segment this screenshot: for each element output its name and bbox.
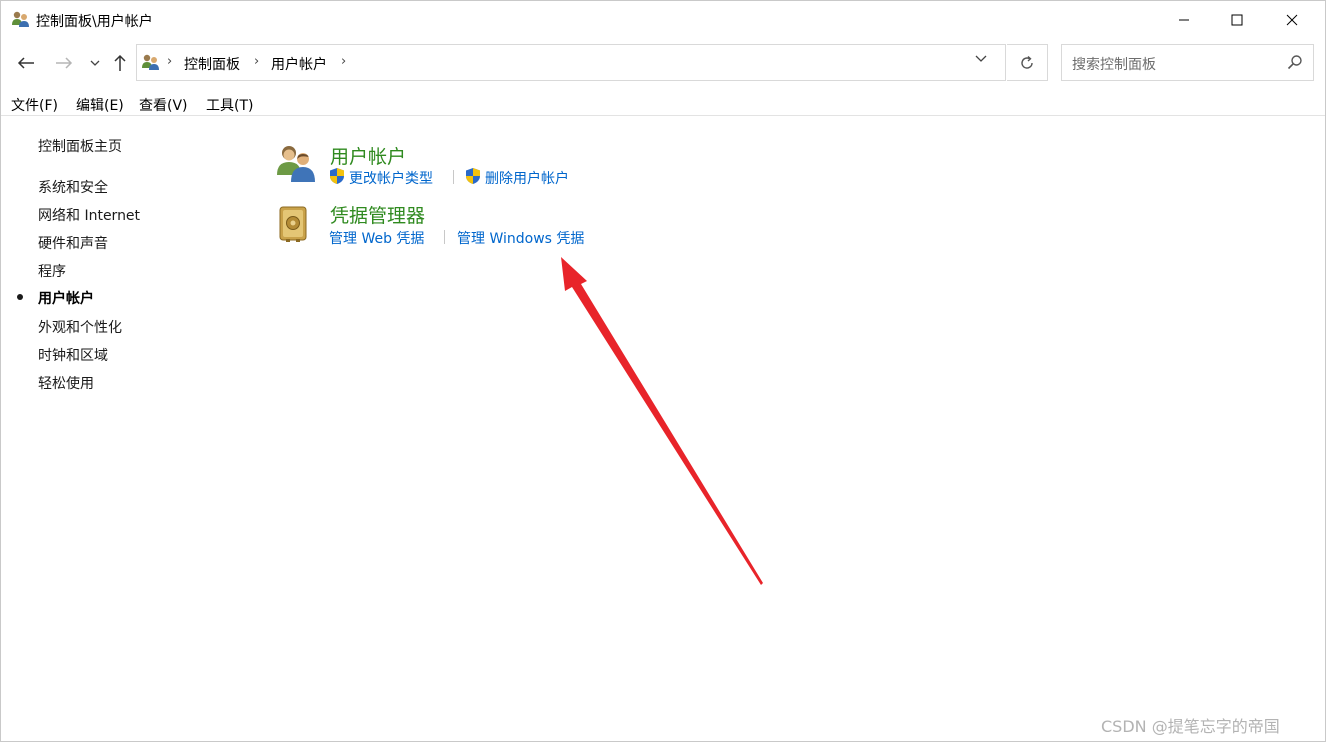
menu-bar: 文件(F) 编辑(E) 查看(V) 工具(T) xyxy=(1,93,1325,116)
uac-shield-icon xyxy=(466,168,480,184)
close-icon xyxy=(1286,14,1298,26)
sidebar-item-programs[interactable]: 程序 xyxy=(38,261,66,281)
user-accounts-icon[interactable] xyxy=(275,143,319,183)
uac-shield-icon xyxy=(330,168,344,184)
chevron-down-icon xyxy=(90,60,100,66)
current-item-bullet xyxy=(17,294,23,300)
title-bar: 控制面板\用户帐户 xyxy=(1,1,1325,39)
breadcrumb-control-panel[interactable]: 控制面板 xyxy=(184,54,240,74)
back-button[interactable] xyxy=(15,49,37,77)
menu-edit[interactable]: 编辑(E) xyxy=(76,95,124,115)
category-title-credential-manager[interactable]: 凭据管理器 xyxy=(330,201,425,228)
up-button[interactable] xyxy=(109,49,131,77)
user-accounts-icon xyxy=(12,11,29,27)
back-arrow-icon xyxy=(17,57,34,69)
manage-windows-credentials-link[interactable]: 管理 Windows 凭据 xyxy=(457,228,584,248)
sidebar-item-ease-of-access[interactable]: 轻松使用 xyxy=(38,373,94,393)
forward-button[interactable] xyxy=(53,49,75,77)
maximize-icon xyxy=(1231,14,1243,26)
sidebar-item-appearance[interactable]: 外观和个性化 xyxy=(38,317,122,337)
search-icon[interactable] xyxy=(1287,54,1303,70)
breadcrumb-separator[interactable]: › xyxy=(167,54,172,69)
sidebar-item-network-internet[interactable]: 网络和 Internet xyxy=(38,205,140,225)
credential-vault-icon[interactable] xyxy=(277,205,309,243)
sidebar-item-user-accounts: 用户帐户 xyxy=(38,291,94,307)
address-bar[interactable]: › 控制面板 › 用户帐户 › xyxy=(136,44,1006,81)
watermark-text: CSDN @提笔忘字的帝国 xyxy=(1101,717,1280,736)
manage-web-credentials-link[interactable]: 管理 Web 凭据 xyxy=(329,228,424,248)
up-arrow-icon xyxy=(114,54,126,71)
control-panel-window: 控制面板\用户帐户 › 控制面板 › 用户帐户 › 搜索控制面板 文件(F) 编… xyxy=(0,0,1326,742)
recent-locations-button[interactable] xyxy=(84,49,106,77)
address-dropdown-icon[interactable] xyxy=(974,54,988,64)
minimize-button[interactable] xyxy=(1161,1,1207,39)
sidebar-control-panel-home[interactable]: 控制面板主页 xyxy=(38,136,122,156)
close-button[interactable] xyxy=(1269,1,1315,39)
task-separator xyxy=(444,230,445,244)
red-arrow-icon xyxy=(561,257,763,585)
search-box[interactable]: 搜索控制面板 xyxy=(1061,44,1314,81)
breadcrumb-user-accounts[interactable]: 用户帐户 xyxy=(271,54,327,74)
refresh-icon xyxy=(1021,55,1033,69)
change-account-type-link[interactable]: 更改帐户类型 xyxy=(349,168,433,188)
minimize-icon xyxy=(1179,19,1189,21)
remove-user-accounts-link[interactable]: 删除用户帐户 xyxy=(485,168,569,188)
breadcrumb-separator[interactable]: › xyxy=(254,54,259,69)
sidebar-item-hardware-sound[interactable]: 硬件和声音 xyxy=(38,233,108,253)
user-accounts-icon xyxy=(142,54,159,70)
menu-file[interactable]: 文件(F) xyxy=(11,95,58,115)
forward-arrow-icon xyxy=(56,57,73,69)
task-separator xyxy=(453,170,454,184)
breadcrumb-separator[interactable]: › xyxy=(341,54,346,69)
window-title: 控制面板\用户帐户 xyxy=(36,14,153,30)
maximize-button[interactable] xyxy=(1214,1,1260,39)
refresh-button[interactable] xyxy=(1007,44,1048,81)
sidebar-item-clock-region[interactable]: 时钟和区域 xyxy=(38,345,108,365)
menu-tools[interactable]: 工具(T) xyxy=(206,95,253,115)
sidebar-item-system-security[interactable]: 系统和安全 xyxy=(38,177,108,197)
search-input[interactable]: 搜索控制面板 xyxy=(1072,54,1156,74)
menu-view[interactable]: 查看(V) xyxy=(139,95,188,115)
category-title-user-accounts[interactable]: 用户帐户 xyxy=(330,142,406,169)
